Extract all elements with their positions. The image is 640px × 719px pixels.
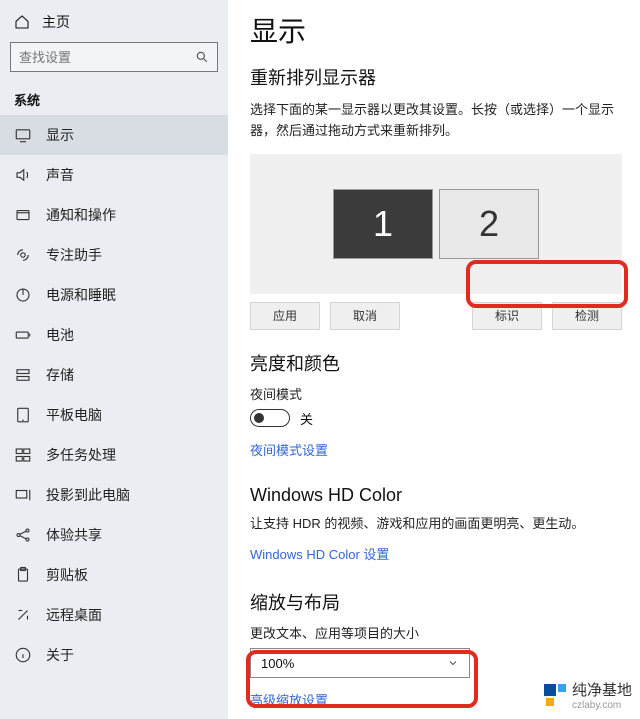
identify-button[interactable]: 标识 (472, 302, 542, 330)
advanced-scale-link[interactable]: 高级缩放设置 (250, 690, 328, 709)
toggle-track[interactable] (250, 409, 290, 427)
sidebar-section-label: 系统 (0, 78, 228, 115)
rearrange-heading: 重新排列显示器 (250, 64, 622, 90)
sidebar-item-label: 通知和操作 (46, 205, 116, 225)
sidebar-item-label: 体验共享 (46, 525, 102, 545)
scale-heading: 缩放与布局 (250, 589, 622, 615)
hdcolor-desc: 让支持 HDR 的视频、游戏和应用的画面更明亮、更生动。 (250, 514, 622, 535)
sidebar-item-clipboard[interactable]: 剪贴板 (0, 555, 228, 595)
remote-icon (14, 606, 32, 624)
display-icon (14, 126, 32, 144)
sidebar-item-label: 专注助手 (46, 245, 102, 265)
storage-icon (14, 366, 32, 384)
sidebar-item-about[interactable]: 关于 (0, 635, 228, 675)
tablet-icon (14, 406, 32, 424)
home-icon (14, 14, 30, 30)
hdcolor-heading: Windows HD Color (250, 485, 622, 506)
scale-label: 更改文本、应用等项目的大小 (250, 623, 622, 642)
sidebar-item-label: 电池 (46, 325, 74, 345)
sidebar-item-label: 远程桌面 (46, 605, 102, 625)
sound-icon (14, 166, 32, 184)
sidebar-item-storage[interactable]: 存储 (0, 355, 228, 395)
sidebar-item-label: 平板电脑 (46, 405, 102, 425)
home-label: 主页 (42, 12, 70, 32)
apply-button[interactable]: 应用 (250, 302, 320, 330)
battery-icon (14, 326, 32, 344)
focus-icon (14, 246, 32, 264)
multitask-icon (14, 446, 32, 464)
brightness-heading: 亮度和颜色 (250, 350, 622, 376)
sidebar-item-label: 存储 (46, 365, 74, 385)
share-icon (14, 526, 32, 544)
sidebar-item-sound[interactable]: 声音 (0, 155, 228, 195)
sidebar-item-project[interactable]: 投影到此电脑 (0, 475, 228, 515)
sidebar-item-battery[interactable]: 电池 (0, 315, 228, 355)
watermark: 纯净基地 czlaby.com (544, 679, 632, 711)
monitor-arrangement[interactable]: 1 2 (250, 154, 622, 294)
page-title: 显示 (250, 10, 622, 50)
night-mode-settings-link[interactable]: 夜间模式设置 (250, 440, 328, 459)
sidebar-item-label: 电源和睡眠 (46, 285, 116, 305)
home-link[interactable]: 主页 (0, 8, 228, 42)
search-input-wrap[interactable] (10, 42, 218, 72)
watermark-line2: czlaby.com (572, 700, 632, 711)
sidebar-item-focus[interactable]: 专注助手 (0, 235, 228, 275)
detect-button[interactable]: 检测 (552, 302, 622, 330)
power-icon (14, 286, 32, 304)
sidebar-item-remote[interactable]: 远程桌面 (0, 595, 228, 635)
scale-value: 100% (261, 656, 294, 671)
project-icon (14, 486, 32, 504)
monitor-1[interactable]: 1 (333, 189, 433, 259)
about-icon (14, 646, 32, 664)
sidebar-item-multitask[interactable]: 多任务处理 (0, 435, 228, 475)
sidebar-item-label: 显示 (46, 125, 74, 145)
cancel-button[interactable]: 取消 (330, 302, 400, 330)
chevron-down-icon (447, 657, 459, 669)
watermark-logo-icon (544, 684, 566, 706)
hdcolor-link[interactable]: Windows HD Color 设置 (250, 544, 389, 563)
sidebar-item-label: 剪贴板 (46, 565, 88, 585)
settings-sidebar: 主页 系统 显示 声音 通知和操作 专注助手 电源和睡眠 电池 存储 (0, 0, 228, 719)
sidebar-item-tablet[interactable]: 平板电脑 (0, 395, 228, 435)
sidebar-item-label: 投影到此电脑 (46, 485, 130, 505)
monitor-buttons: 应用 取消 标识 检测 (250, 302, 622, 330)
night-mode-label: 夜间模式 (250, 384, 622, 403)
watermark-line1: 纯净基地 (572, 679, 632, 700)
night-mode-toggle[interactable]: 关 (250, 409, 622, 428)
sidebar-item-label: 声音 (46, 165, 74, 185)
search-input[interactable] (19, 50, 195, 65)
toggle-state: 关 (300, 409, 313, 428)
sidebar-item-power[interactable]: 电源和睡眠 (0, 275, 228, 315)
sidebar-item-experience[interactable]: 体验共享 (0, 515, 228, 555)
sidebar-item-label: 关于 (46, 645, 74, 665)
sidebar-item-display[interactable]: 显示 (0, 115, 228, 155)
clipboard-icon (14, 566, 32, 584)
sidebar-item-label: 多任务处理 (46, 445, 116, 465)
scale-dropdown[interactable]: 100% (250, 648, 470, 678)
sidebar-item-notifications[interactable]: 通知和操作 (0, 195, 228, 235)
content-area: 显示 重新排列显示器 选择下面的某一显示器以更改其设置。长按（或选择）一个显示器… (228, 0, 640, 719)
search-icon (195, 50, 209, 64)
notifications-icon (14, 206, 32, 224)
monitor-2[interactable]: 2 (439, 189, 539, 259)
rearrange-desc: 选择下面的某一显示器以更改其设置。长按（或选择）一个显示器，然后通过拖动方式来重… (250, 100, 622, 142)
